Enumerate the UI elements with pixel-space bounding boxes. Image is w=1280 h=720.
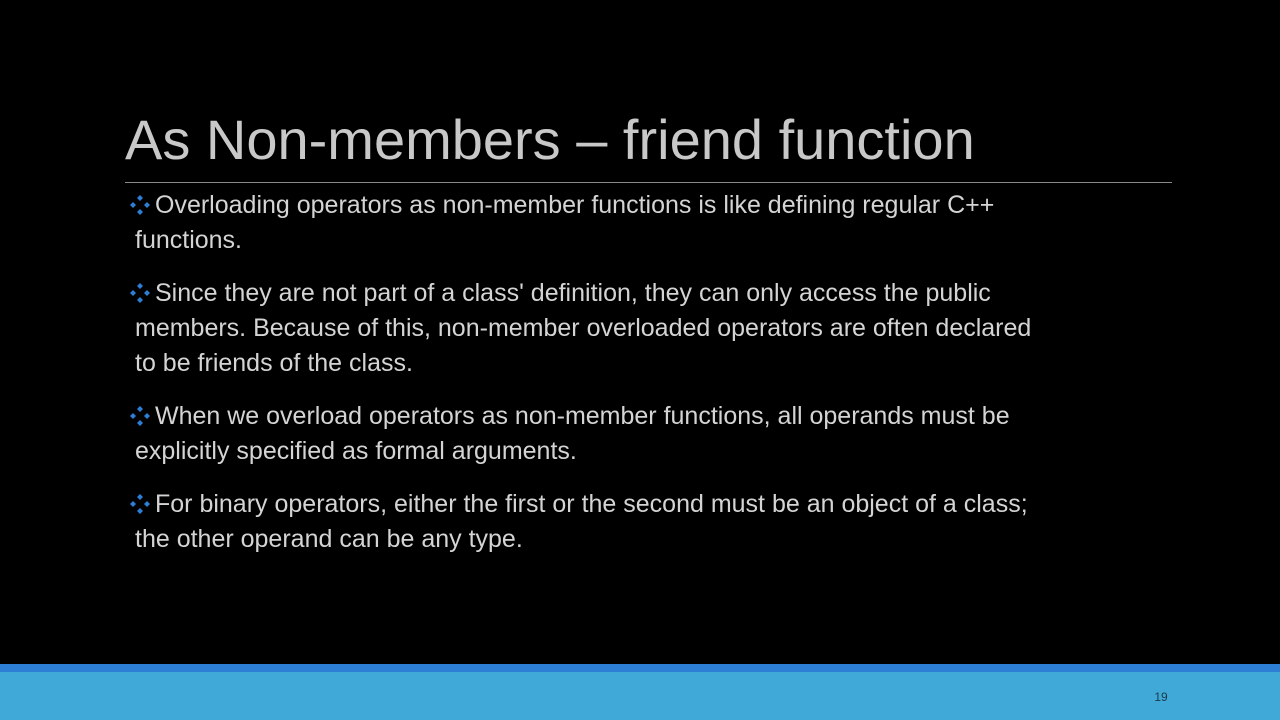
bullet-item: Since they are not part of a class' defi…	[128, 276, 1058, 381]
diamond-bullet-icon	[130, 406, 150, 426]
diamond-bullet-icon	[130, 283, 150, 303]
footer-band	[0, 664, 1280, 720]
title-divider	[125, 182, 1172, 183]
bullet-text: For binary operators, either the first o…	[135, 490, 1028, 553]
bullet-item: Overloading operators as non-member func…	[128, 188, 1058, 258]
bullet-item: For binary operators, either the first o…	[128, 487, 1058, 557]
bullet-item: When we overload operators as non-member…	[128, 399, 1058, 469]
bullet-text: When we overload operators as non-member…	[135, 402, 1010, 465]
page-number: 19	[1154, 690, 1168, 704]
slide-title: As Non-members – friend function	[125, 108, 975, 171]
bullet-text: Since they are not part of a class' defi…	[135, 279, 1032, 377]
footer-accent-stripe	[0, 664, 1280, 672]
slide: As Non-members – friend function Overloa…	[0, 0, 1280, 720]
bullet-text: Overloading operators as non-member func…	[135, 191, 995, 254]
bullet-list: Overloading operators as non-member func…	[128, 188, 1058, 575]
diamond-bullet-icon	[130, 195, 150, 215]
diamond-bullet-icon	[130, 494, 150, 514]
